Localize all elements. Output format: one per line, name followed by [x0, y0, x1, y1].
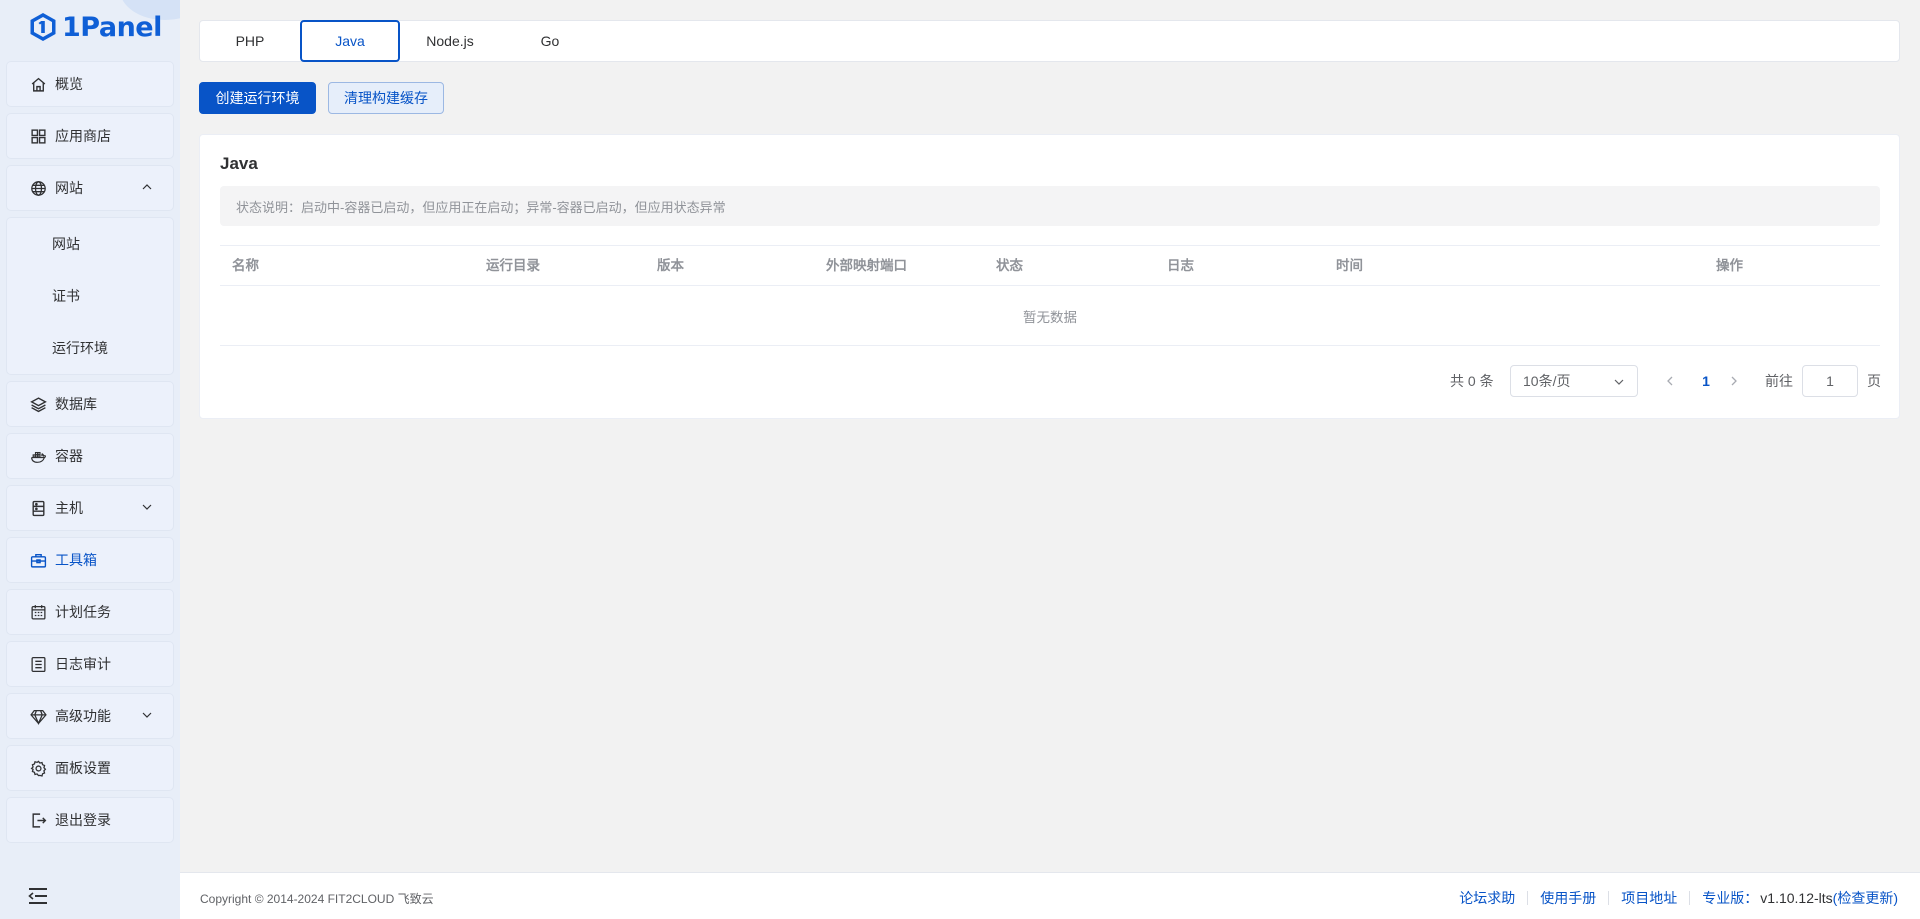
sidebar-item-label: 应用商店: [55, 128, 111, 144]
sidebar-item-app-store[interactable]: 应用商店: [6, 113, 174, 159]
divider: [1689, 891, 1691, 905]
goto-label: 前往: [1765, 373, 1793, 389]
page-unit-label: 页: [1867, 373, 1881, 389]
sidebar-item-overview[interactable]: 概览: [6, 61, 174, 107]
toolbox-icon: [29, 551, 47, 569]
sidebar-item-container[interactable]: 容器: [6, 433, 174, 479]
sidebar-subitem-website[interactable]: 网站: [7, 218, 173, 270]
column-header-version[interactable]: 版本: [657, 246, 684, 286]
project-link[interactable]: 项目地址: [1621, 888, 1677, 908]
sidebar-item-log-audit[interactable]: 日志审计: [6, 641, 174, 687]
status-alert-text: 状态说明：启动中-容器已启动，但应用正在启动；异常-容器已启动，但应用状态异常: [236, 199, 726, 215]
chevron-up-icon: [142, 184, 152, 190]
column-header-port[interactable]: 外部映射端口: [826, 246, 907, 286]
app-logo[interactable]: 1Panel: [28, 10, 162, 44]
diamond-icon: [29, 707, 47, 725]
sidebar-item-label: 数据库: [55, 396, 97, 412]
sidebar-item-label: 日志审计: [55, 656, 111, 672]
edition-label[interactable]: 专业版：: [1702, 888, 1758, 908]
copyright: Copyright © 2014-2024 FIT2CLOUD 飞致云: [200, 892, 434, 906]
tab-java[interactable]: Java: [300, 20, 400, 62]
tab-go[interactable]: Go: [500, 21, 600, 61]
sidebar-item-label: 容器: [55, 448, 83, 464]
footer-links: 论坛求助 使用手册 项目地址 专业版： v1.10.12-lts (检查更新): [1459, 888, 1898, 908]
clean-build-cache-button[interactable]: 清理构建缓存: [328, 82, 444, 114]
column-header-status[interactable]: 状态: [996, 246, 1023, 286]
column-header-actions: 操作: [1716, 258, 1743, 273]
column-header-log[interactable]: 日志: [1167, 246, 1194, 286]
sidebar-item-label: 工具箱: [55, 552, 97, 568]
pagination: 共 0 条 10条/页 1 前往 页: [200, 365, 1881, 397]
tab-php[interactable]: PHP: [200, 21, 300, 61]
sidebar-item-logout[interactable]: 退出登录: [6, 797, 174, 843]
gear-icon: [29, 759, 47, 777]
logo-icon: [30, 13, 56, 41]
divider: [1527, 891, 1529, 905]
create-runtime-button[interactable]: 创建运行环境: [199, 82, 316, 114]
tab-nodejs[interactable]: Node.js: [400, 21, 500, 61]
collapse-menu-icon[interactable]: [27, 887, 49, 905]
sidebar-item-label: 概览: [55, 76, 83, 92]
sidebar-item-host[interactable]: 主机: [6, 485, 174, 531]
pagination-total: 共 0 条: [1450, 373, 1494, 389]
home-icon: [29, 75, 47, 93]
column-header-time[interactable]: 时间: [1336, 246, 1363, 286]
website-submenu: 网站 证书 运行环境: [6, 217, 174, 375]
chevron-down-icon: [142, 504, 152, 510]
sidebar-item-label: 主机: [55, 500, 83, 516]
sidebar-subitem-runtime[interactable]: 运行环境: [7, 322, 173, 374]
globe-icon: [29, 179, 47, 197]
sidebar: 1Panel 概览 应用商店 网站 网站 证书 运行环境 数据库 容器 主机 工…: [0, 0, 180, 919]
empty-text: 暂无数据: [1023, 309, 1077, 325]
sidebar-item-website[interactable]: 网站: [6, 165, 174, 211]
chevron-down-icon: [1614, 379, 1624, 385]
status-alert: 状态说明：启动中-容器已启动，但应用正在启动；异常-容器已启动，但应用状态异常: [220, 186, 1880, 226]
sidebar-item-label: 退出登录: [55, 812, 111, 828]
runtime-tabs: PHP Java Node.js Go: [199, 20, 1900, 62]
sidebar-menu: 概览 应用商店 网站 网站 证书 运行环境 数据库 容器 主机 工具箱 计划任务…: [6, 61, 174, 849]
server-icon: [29, 499, 47, 517]
logout-icon: [29, 811, 47, 829]
sidebar-item-advanced[interactable]: 高级功能: [6, 693, 174, 739]
docker-icon: [29, 447, 47, 465]
sidebar-item-label: 面板设置: [55, 760, 111, 776]
column-header-name[interactable]: 名称: [232, 246, 259, 286]
card-title: Java: [220, 154, 258, 173]
sidebar-item-settings[interactable]: 面板设置: [6, 745, 174, 791]
sidebar-item-toolbox[interactable]: 工具箱: [6, 537, 174, 583]
goto-page-input[interactable]: [1802, 365, 1858, 397]
divider: [1608, 891, 1610, 905]
footer: Copyright © 2014-2024 FIT2CLOUD 飞致云 论坛求助…: [180, 872, 1920, 919]
sidebar-subitem-certificate[interactable]: 证书: [7, 270, 173, 322]
logo-text: 1Panel: [62, 11, 162, 43]
page-size-value: 10条/页: [1523, 373, 1571, 389]
sidebar-item-label: 计划任务: [55, 604, 111, 620]
layers-icon: [29, 395, 47, 413]
log-icon: [29, 655, 47, 673]
page-size-select[interactable]: 10条/页: [1510, 365, 1638, 397]
column-header-directory[interactable]: 运行目录: [486, 246, 540, 286]
page-number-current[interactable]: 1: [1694, 365, 1718, 397]
version-text: v1.10.12-lts: [1760, 890, 1833, 906]
chevron-down-icon: [142, 712, 152, 718]
runtime-table: 名称 运行目录 版本 外部映射端口 状态 日志 时间 操作 暂无数据: [220, 245, 1880, 346]
next-page-icon[interactable]: [1727, 373, 1741, 389]
table-empty: 暂无数据: [220, 286, 1880, 346]
table-header: 名称 运行目录 版本 外部映射端口 状态 日志 时间 操作: [220, 245, 1880, 286]
calendar-icon: [29, 603, 47, 621]
check-update-link[interactable]: (检查更新): [1833, 888, 1898, 908]
prev-page-icon[interactable]: [1663, 373, 1677, 389]
runtime-card: Java 状态说明：启动中-容器已启动，但应用正在启动；异常-容器已启动，但应用…: [199, 134, 1900, 419]
sidebar-item-label: 高级功能: [55, 708, 111, 724]
sidebar-item-database[interactable]: 数据库: [6, 381, 174, 427]
sidebar-item-cronjob[interactable]: 计划任务: [6, 589, 174, 635]
sidebar-item-label: 网站: [55, 180, 83, 196]
grid-icon: [29, 127, 47, 145]
manual-link[interactable]: 使用手册: [1540, 888, 1596, 908]
forum-link[interactable]: 论坛求助: [1459, 888, 1515, 908]
